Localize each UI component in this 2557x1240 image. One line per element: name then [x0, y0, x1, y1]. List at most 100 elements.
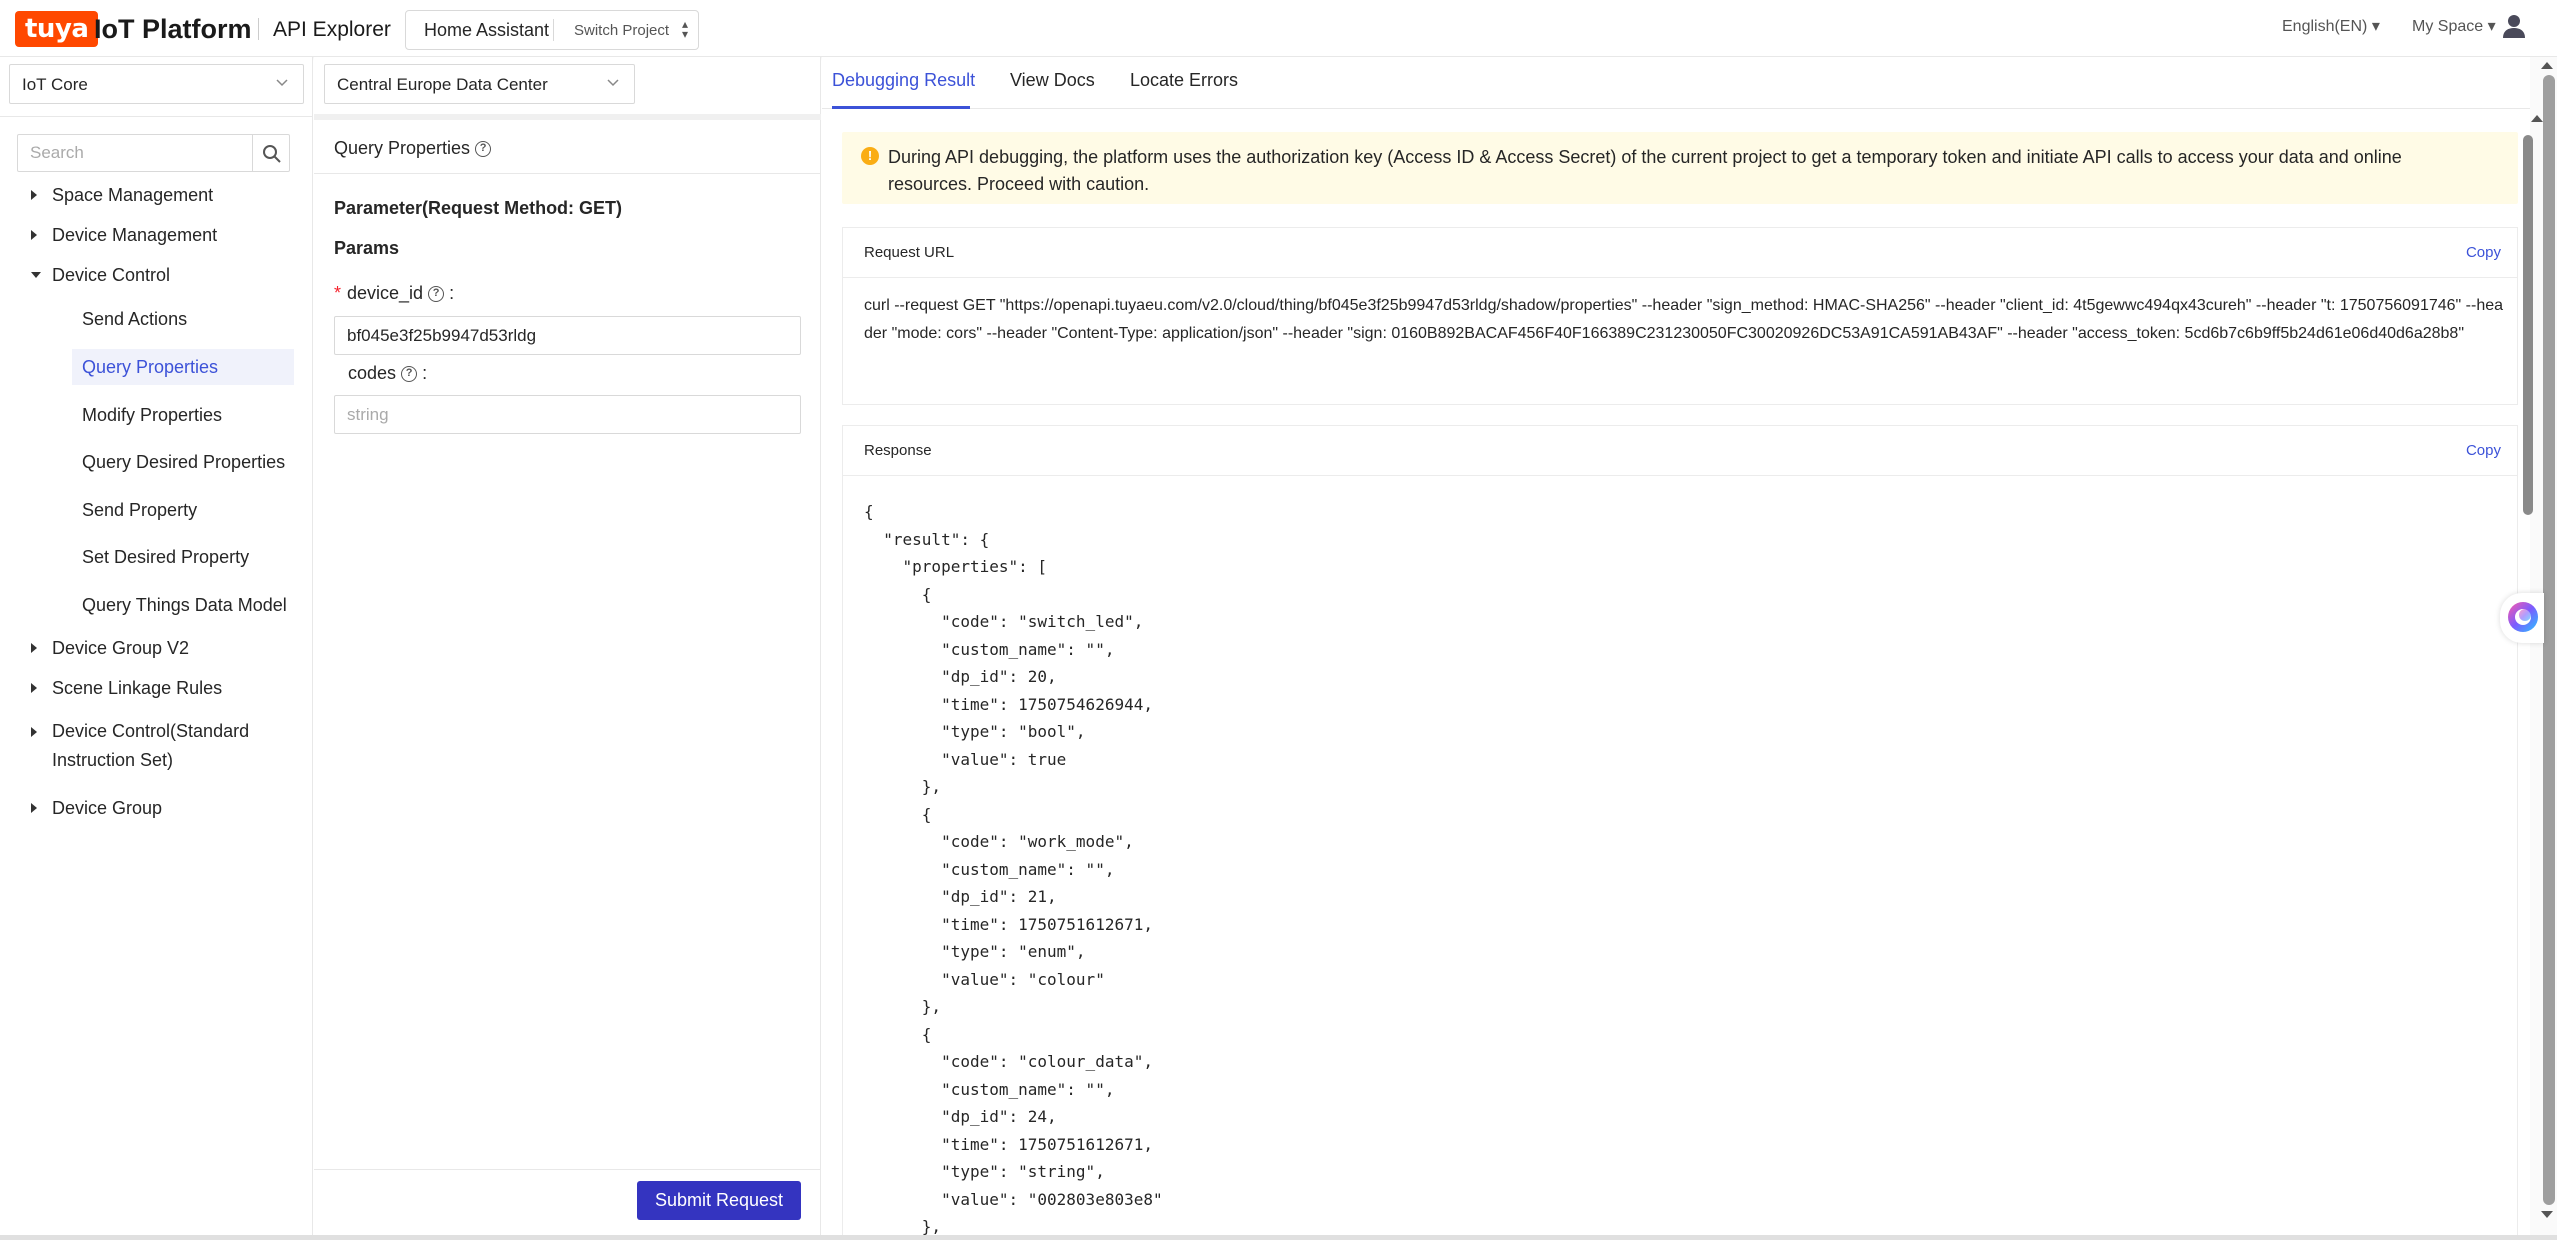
caret-right-icon: [31, 230, 37, 240]
response-line: "result": {: [864, 529, 990, 549]
tree-item-send-property[interactable]: Send Property: [72, 492, 294, 528]
request-panel: Central Europe Data Center Query Propert…: [314, 57, 821, 1240]
warning-notice: ! During API debugging, the platform use…: [842, 132, 2518, 204]
tuya-logo[interactable]: tuya: [15, 11, 99, 47]
tree-group-label: Device Group V2: [52, 638, 190, 658]
tab-debugging-result[interactable]: Debugging Result: [832, 70, 975, 91]
project-divider: [553, 19, 554, 41]
warning-icon: !: [861, 147, 879, 165]
chevron-down-icon: [607, 79, 619, 87]
caret-down-icon: ▾: [2487, 18, 2496, 35]
tree-group-label: Scene Linkage Rules: [52, 678, 223, 698]
response-line: "type": "string",: [864, 1162, 1105, 1181]
result-tabs: Debugging Result View Docs Locate Errors: [822, 57, 2530, 109]
response-line: "time": 1750754626944,: [864, 694, 1153, 714]
search-icon: [263, 145, 281, 163]
divider: [314, 1169, 821, 1170]
tree-group-label: Device Management: [52, 225, 218, 245]
response-line: "value": "002803e803e8": [864, 1189, 1163, 1209]
caret-down-icon: [31, 272, 41, 278]
caret-down-icon: ▾: [2371, 18, 2380, 35]
request-url-title: Request URL: [864, 244, 955, 261]
api-title-text: Query Properties: [334, 138, 471, 158]
device-id-input[interactable]: [334, 316, 801, 355]
language-select[interactable]: English(EN) ▾: [2282, 16, 2380, 36]
response-line: "properties": [: [864, 557, 1048, 576]
tree-item-set-desired-property[interactable]: Set Desired Property: [72, 539, 294, 575]
project-type: Switch Project: [574, 22, 670, 39]
tree-group-device-management[interactable]: Device Management: [31, 224, 218, 246]
tree-group-device-control[interactable]: Device Control: [31, 264, 170, 286]
copy-response-button[interactable]: Copy: [2466, 442, 2501, 459]
tree-item-query-things-data-model[interactable]: Query Things Data Model: [72, 587, 294, 623]
card-header: Request URL Copy: [843, 228, 2517, 278]
response-line: "type": "bool",: [864, 722, 1086, 741]
response-line: "code": "colour_data",: [864, 1052, 1153, 1071]
tree-item-modify-properties[interactable]: Modify Properties: [72, 397, 294, 433]
caret-right-icon: [31, 803, 37, 813]
scroll-up-icon[interactable]: [2531, 115, 2543, 122]
tab-view-docs[interactable]: View Docs: [1010, 70, 1095, 91]
required-star-icon: *: [334, 283, 342, 303]
result-panel: Debugging Result View Docs Locate Errors…: [822, 57, 2557, 1240]
notice-text: During API debugging, the platform uses …: [888, 147, 2402, 194]
ai-assistant-button[interactable]: [2500, 593, 2544, 643]
help-icon[interactable]: ?: [428, 286, 445, 303]
status-strip: [0, 1235, 2557, 1240]
tree-item-send-actions[interactable]: Send Actions: [72, 301, 294, 337]
card-header: Response Copy: [843, 426, 2517, 476]
submit-request-button[interactable]: Submit Request: [637, 1181, 801, 1220]
api-search-input[interactable]: [17, 134, 253, 172]
tree-group-device-control-standard[interactable]: Device Control(Standard Instruction Set): [31, 717, 249, 775]
request-url-card: Request URL Copy curl --request GET "htt…: [842, 227, 2518, 405]
page-scrollbar-thumb[interactable]: [2543, 75, 2555, 1205]
codes-label: codes ? :: [348, 363, 428, 383]
device-id-label-text: device_id: [347, 283, 424, 303]
top-header: tuya IoT Platform API Explorer Home Assi…: [0, 0, 2557, 57]
caret-right-icon: [31, 727, 37, 737]
tree-group-device-group[interactable]: Device Group: [31, 797, 163, 819]
tree-item-query-desired-properties[interactable]: Query Desired Properties: [72, 444, 294, 480]
response-line: "custom_name": "",: [864, 639, 1115, 659]
help-icon[interactable]: ?: [475, 141, 492, 158]
response-line: "custom_name": "",: [864, 859, 1115, 879]
user-icon[interactable]: [2501, 13, 2527, 39]
panel-scrollbar-thumb[interactable]: [2523, 135, 2533, 515]
language-label: English(EN): [2282, 18, 2368, 35]
response-line: "code": "switch_led",: [864, 612, 1144, 631]
scroll-up-icon[interactable]: [2541, 62, 2553, 69]
tree-group-device-group-v2[interactable]: Device Group V2: [31, 637, 190, 659]
response-line: {: [864, 1024, 932, 1044]
my-space-menu[interactable]: My Space ▾: [2412, 16, 2496, 36]
platform-name[interactable]: IoT Platform: [94, 12, 252, 46]
help-icon[interactable]: ?: [401, 366, 418, 383]
scroll-down-icon[interactable]: [2541, 1211, 2553, 1218]
data-center-select[interactable]: Central Europe Data Center: [324, 64, 635, 104]
product-category-select[interactable]: IoT Core: [9, 64, 304, 104]
response-title: Response: [864, 442, 932, 459]
tree-group-label: Device Group: [52, 798, 163, 818]
caret-right-icon: [31, 190, 37, 200]
active-tab-indicator: [832, 106, 970, 109]
response-line: "code": "work_mode",: [864, 832, 1134, 851]
copy-url-button[interactable]: Copy: [2466, 244, 2501, 261]
tab-locate-errors[interactable]: Locate Errors: [1130, 70, 1238, 91]
search-button[interactable]: [252, 134, 290, 172]
tree-group-scene-linkage-rules[interactable]: Scene Linkage Rules: [31, 677, 223, 699]
project-select[interactable]: Home Assistant Switch Project ▴ ▾: [405, 10, 699, 50]
tree-group-space-management[interactable]: Space Management: [31, 184, 214, 206]
response-line: },: [864, 997, 942, 1016]
app-name: API Explorer: [273, 18, 391, 41]
codes-label-text: codes: [348, 363, 397, 383]
response-line: "dp_id": 20,: [864, 667, 1057, 686]
response-line: "custom_name": "",: [864, 1079, 1115, 1099]
tree-group-label: Space Management: [52, 185, 214, 205]
params-heading: Params: [334, 238, 400, 258]
api-sidebar: IoT Core Space Management Device Managem…: [0, 57, 313, 1240]
response-card: Response Copy { "result": { "properties"…: [842, 425, 2518, 1240]
tree-item-query-properties[interactable]: Query Properties: [72, 349, 294, 385]
response-line: "time": 1750751612671,: [864, 1134, 1153, 1154]
codes-input[interactable]: [334, 395, 801, 434]
response-line: },: [864, 777, 942, 796]
category-value: IoT Core: [22, 75, 88, 94]
